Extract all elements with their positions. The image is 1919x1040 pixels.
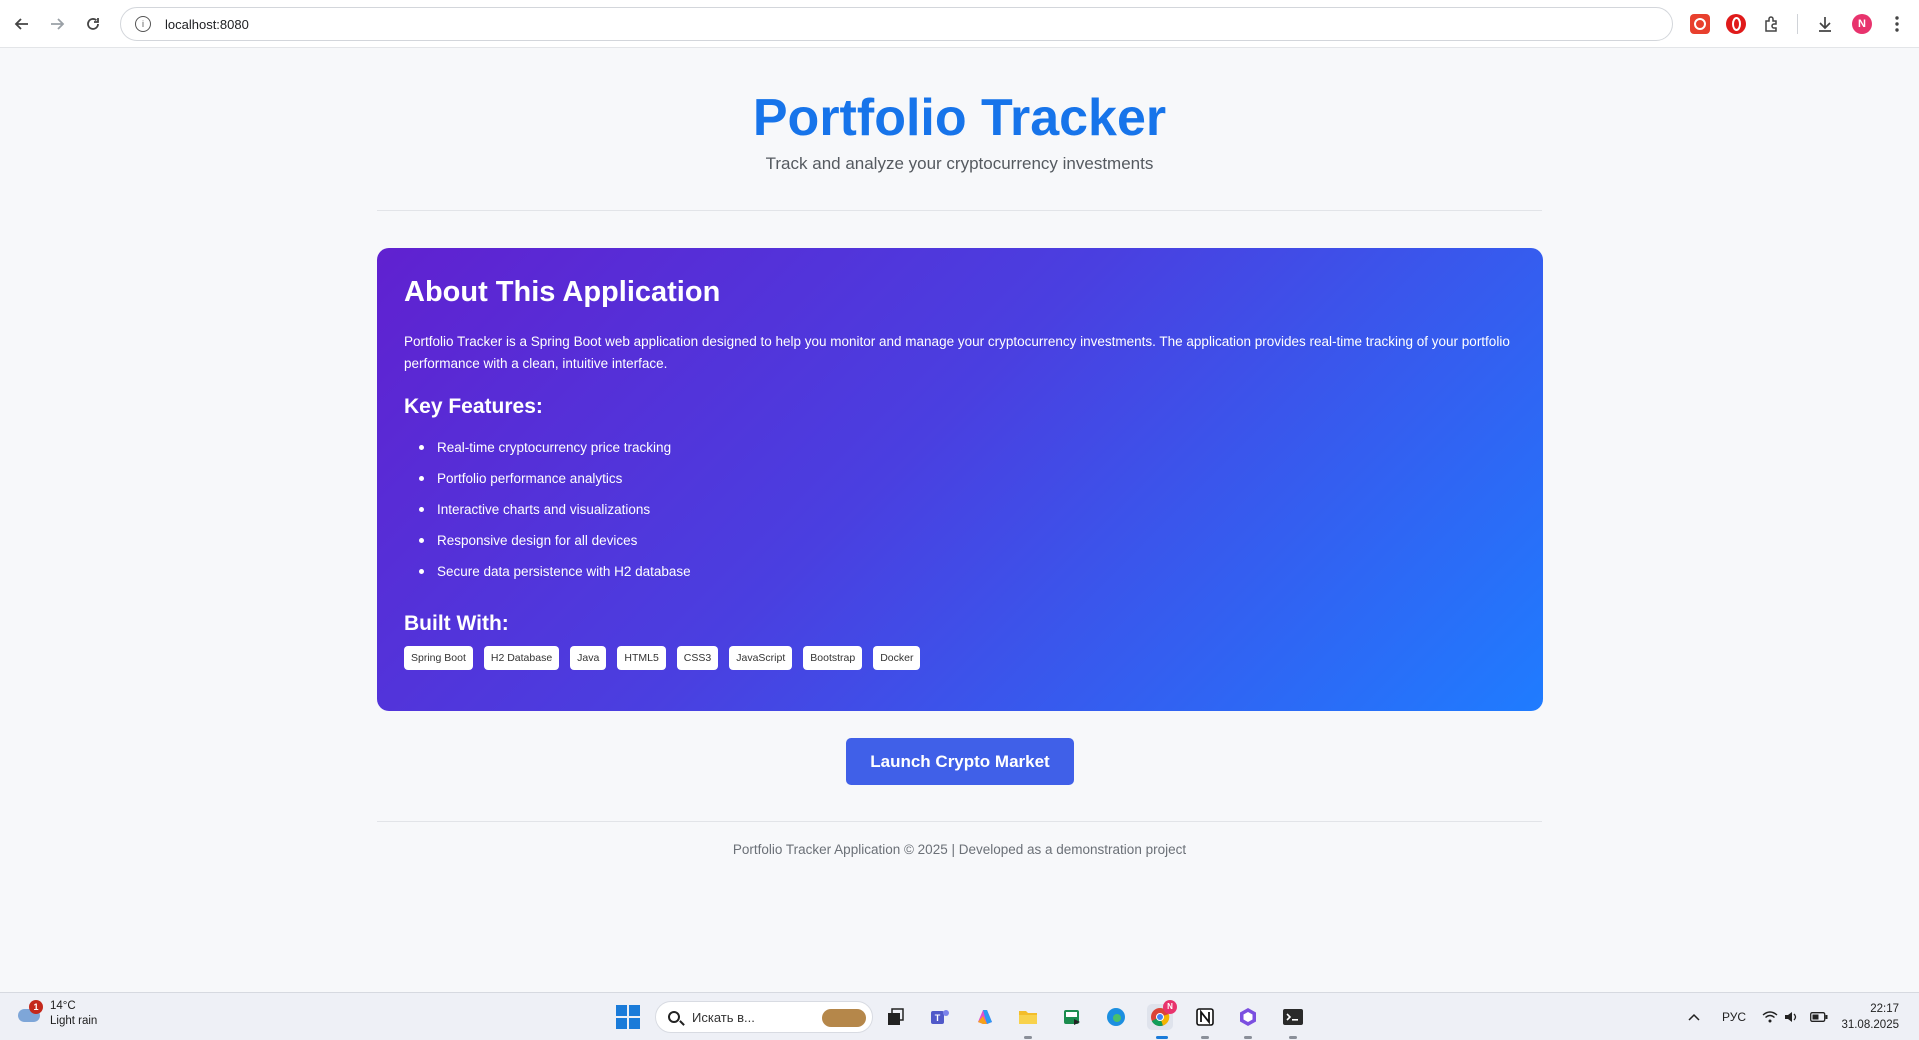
taskbar-search[interactable]: Искать в... [655,1001,873,1033]
launch-crypto-market-button[interactable]: Launch Crypto Market [846,738,1074,785]
feature-item: Real-time cryptocurrency price tracking [416,437,1516,468]
tech-tags: Spring Boot H2 Database Java HTML5 CSS3 … [404,646,1516,670]
browser-toolbar: i localhost:8080 N [0,0,1919,48]
tech-tag: HTML5 [617,646,666,670]
feature-item: Responsive design for all devices [416,530,1516,561]
site-info-icon[interactable]: i [135,16,151,32]
task-view-icon[interactable] [882,1004,908,1030]
chrome-icon[interactable]: N [1147,1000,1177,1030]
terminal-icon[interactable] [1280,1004,1306,1030]
feature-item: Portfolio performance analytics [416,468,1516,499]
ide-icon[interactable] [1235,1004,1261,1030]
feature-item: Secure data persistence with H2 database [416,561,1516,592]
taskbar: 1 14°C Light rain Искать в... T N РУС 22… [0,992,1919,1040]
system-clock[interactable]: 22:17 31.08.2025 [1841,1001,1899,1033]
clock-time: 22:17 [1870,1003,1899,1015]
active-indicator [1156,1036,1168,1039]
footer-divider [377,821,1542,822]
tech-tag: H2 Database [483,646,560,670]
media-player-icon[interactable] [1059,1004,1085,1030]
running-indicator [1024,1036,1032,1039]
profile-avatar[interactable]: N [1852,14,1872,34]
weather-widget[interactable]: 1 14°C Light rain [16,999,97,1029]
search-icon [668,1011,680,1023]
tech-tag: Spring Boot [404,646,473,670]
tech-tag: Docker [873,646,921,670]
tech-tag: Java [570,646,607,670]
file-explorer-icon[interactable] [1015,1004,1041,1030]
features-list: Real-time cryptocurrency price tracking … [404,437,1516,592]
volume-icon[interactable] [1784,993,1798,1040]
tech-tag: Bootstrap [803,646,863,670]
back-icon[interactable] [10,12,34,36]
wifi-icon[interactable] [1762,993,1778,1040]
teams-icon[interactable]: T [927,1004,953,1030]
toolbar-divider [1797,14,1798,34]
url-text[interactable]: localhost:8080 [165,17,249,32]
menu-kebab-icon[interactable] [1887,14,1907,34]
about-description: Portfolio Tracker is a Spring Boot web a… [404,334,1510,371]
search-placeholder: Искать в... [692,1009,755,1025]
page-title: Portfolio Tracker [752,89,1167,147]
battery-icon[interactable] [1810,993,1828,1040]
language-indicator[interactable]: РУС [1722,993,1746,1040]
weather-badge: 1 [29,1000,43,1014]
header-divider [377,210,1542,211]
extension-icon[interactable] [1690,14,1710,34]
chrome-notification-badge: N [1163,1000,1177,1014]
svg-text:T: T [935,1013,941,1023]
running-indicator [1201,1036,1209,1039]
opera-icon[interactable] [1726,14,1746,34]
page-content: Portfolio Tracker Track and analyze your… [0,48,1919,992]
temperature: 14°C [50,1000,76,1012]
search-highlight-image [822,1009,866,1027]
copilot-icon[interactable] [972,1004,998,1030]
reload-icon[interactable] [81,12,105,36]
clock-date: 31.08.2025 [1841,1019,1899,1031]
weather-condition: Light rain [50,1015,98,1027]
edge-icon[interactable] [1103,1004,1129,1030]
features-heading: Key Features: [404,395,543,418]
tech-tag: CSS3 [676,646,719,670]
address-bar[interactable]: i localhost:8080 [120,7,1673,41]
page-subtitle: Track and analyze your cryptocurrency in… [765,154,1154,173]
feature-item: Interactive charts and visualizations [416,499,1516,530]
download-icon[interactable] [1815,14,1835,34]
notion-icon[interactable] [1192,1004,1218,1030]
about-heading: About This Application [404,276,721,308]
tech-tag: JavaScript [729,646,793,670]
footer-text: Portfolio Tracker Application © 2025 | D… [732,842,1187,857]
tray-overflow-icon[interactable] [1688,993,1700,1040]
about-card: About This Application Portfolio Tracker… [377,248,1543,711]
built-with-heading: Built With: [404,612,509,635]
windows-start-icon[interactable] [615,1004,641,1030]
running-indicator [1289,1036,1297,1039]
rain-cloud-icon: 1 [16,1000,43,1025]
running-indicator [1244,1036,1252,1039]
extensions-puzzle-icon[interactable] [1762,14,1782,34]
forward-icon[interactable] [45,12,69,36]
